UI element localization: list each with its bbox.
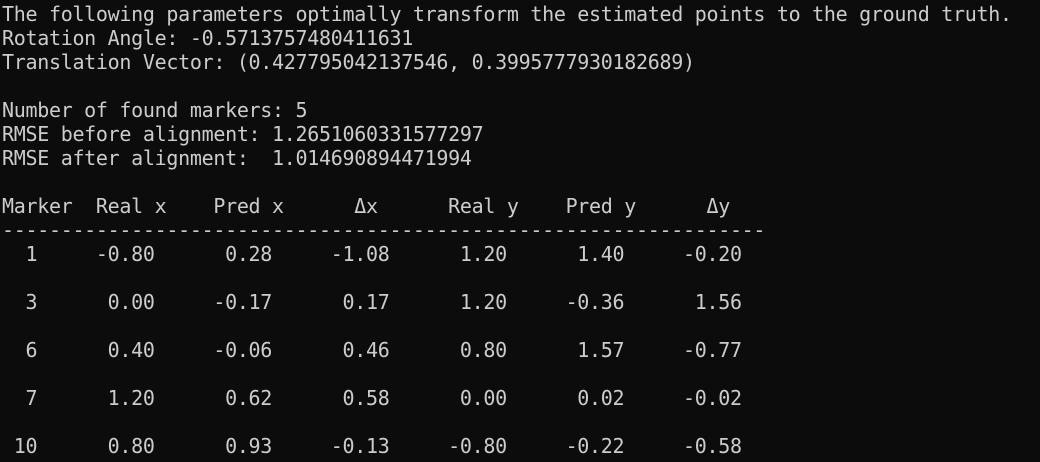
rotation-angle-line: Rotation Angle: -0.5713757480411631 (2, 26, 413, 50)
intro-text: The following parameters optimally trans… (2, 2, 1012, 26)
rmse-before-line: RMSE before alignment: 1.265106033157729… (2, 122, 484, 146)
table-row: 1 -0.80 0.28 -1.08 1.20 1.40 -0.20 (2, 242, 742, 266)
terminal-output[interactable]: The following parameters optimally trans… (0, 0, 1040, 462)
table-row: 7 1.20 0.62 0.58 0.00 0.02 -0.02 (2, 386, 742, 410)
table-separator: ----------------------------------------… (2, 218, 766, 242)
table-header: Marker Real x Pred x Δx Real y Pred y Δy (2, 194, 730, 218)
translation-vector-line: Translation Vector: (0.427795042137546, … (2, 50, 695, 74)
rmse-after-line: RMSE after alignment: 1.014690894471994 (2, 146, 472, 170)
table-row: 6 0.40 -0.06 0.46 0.80 1.57 -0.77 (2, 338, 742, 362)
markers-found-line: Number of found markers: 5 (2, 98, 308, 122)
table-row: 10 0.80 0.93 -0.13 -0.80 -0.22 -0.58 (2, 434, 742, 458)
table-row: 3 0.00 -0.17 0.17 1.20 -0.36 1.56 (2, 290, 742, 314)
